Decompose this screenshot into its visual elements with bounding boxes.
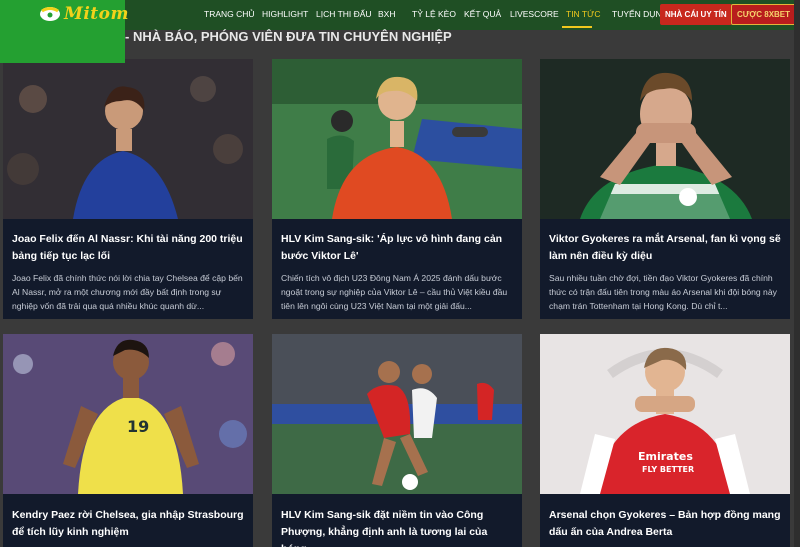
trusted-bookmaker-button[interactable]: NHÀ CÁI UY TÍN [660, 4, 732, 25]
article-thumbnail[interactable] [540, 59, 790, 219]
nav-item-news[interactable]: TIN TỨC [566, 9, 601, 19]
article-excerpt: Joao Felix đã chính thức nói lời chia ta… [12, 273, 243, 311]
nav-item-schedule[interactable]: LỊCH THI ĐẤU [316, 9, 372, 19]
site-logo[interactable]: Mitom [0, 0, 128, 63]
article-card[interactable]: Viktor Gyokeres ra mắt Arsenal, fan kì v… [540, 59, 790, 319]
bet-8xbet-button[interactable]: CƯỢC 8XBET [731, 4, 797, 25]
nav-item-standings[interactable]: BXH [378, 9, 395, 19]
article-thumbnail[interactable] [272, 59, 522, 219]
article-title[interactable]: HLV Kim Sang-sik: 'Áp lực vô hình đang c… [281, 231, 515, 265]
article-card[interactable]: HLV Kim Sang-sik: 'Áp lực vô hình đang c… [272, 59, 522, 319]
nav-item-home[interactable]: TRANG CHỦ [204, 9, 255, 19]
svg-text:19: 19 [127, 417, 149, 436]
nav-item-livescore[interactable]: LIVESCORE [510, 9, 559, 19]
nav-item-results[interactable]: KẾT QUẢ [464, 9, 501, 19]
svg-text:FLY BETTER: FLY BETTER [642, 465, 694, 474]
article-title[interactable]: Kendry Paez rời Chelsea, gia nhập Strasb… [12, 507, 246, 541]
article-thumbnail[interactable] [3, 59, 253, 219]
section-title: - NHÀ BÁO, PHÓNG VIÊN ĐƯA TIN CHUYÊN NGH… [125, 29, 452, 44]
article-thumbnail[interactable] [272, 334, 522, 494]
article-title[interactable]: Viktor Gyokeres ra mắt Arsenal, fan kì v… [549, 231, 783, 265]
soccer-ball-icon [40, 7, 60, 21]
svg-text:Emirates: Emirates [638, 450, 693, 463]
article-card[interactable]: Emirates FLY BETTER Arsenal chọn Gyokere… [540, 334, 790, 547]
article-thumbnail[interactable]: Emirates FLY BETTER [540, 334, 790, 494]
article-card[interactable]: HLV Kim Sang-sik đặt niềm tin vào Công P… [272, 334, 522, 547]
active-nav-indicator [562, 26, 592, 28]
page-scrollbar[interactable] [794, 0, 800, 547]
article-excerpt: Sau nhiều tuần chờ đợi, tiền đạo Viktor … [549, 273, 777, 311]
article-excerpt: Chiến tích vô địch U23 Đông Nam Á 2025 đ… [281, 273, 508, 311]
article-thumbnail[interactable]: 19 [3, 334, 253, 494]
nav-item-odds[interactable]: TỶ LỆ KÈO [412, 9, 456, 19]
nav-item-highlight[interactable]: HIGHLIGHT [262, 9, 308, 19]
article-title[interactable]: Joao Felix đến Al Nassr: Khi tài năng 20… [12, 231, 246, 265]
article-title[interactable]: HLV Kim Sang-sik đặt niềm tin vào Công P… [281, 507, 515, 547]
logo-text: Mitom [64, 4, 129, 24]
article-card[interactable]: Joao Felix đến Al Nassr: Khi tài năng 20… [3, 59, 253, 319]
article-title[interactable]: Arsenal chọn Gyokeres – Bản hợp đồng man… [549, 507, 783, 541]
article-card[interactable]: 19 Kendry Paez rời Chelsea, gia nhập Str… [3, 334, 253, 547]
